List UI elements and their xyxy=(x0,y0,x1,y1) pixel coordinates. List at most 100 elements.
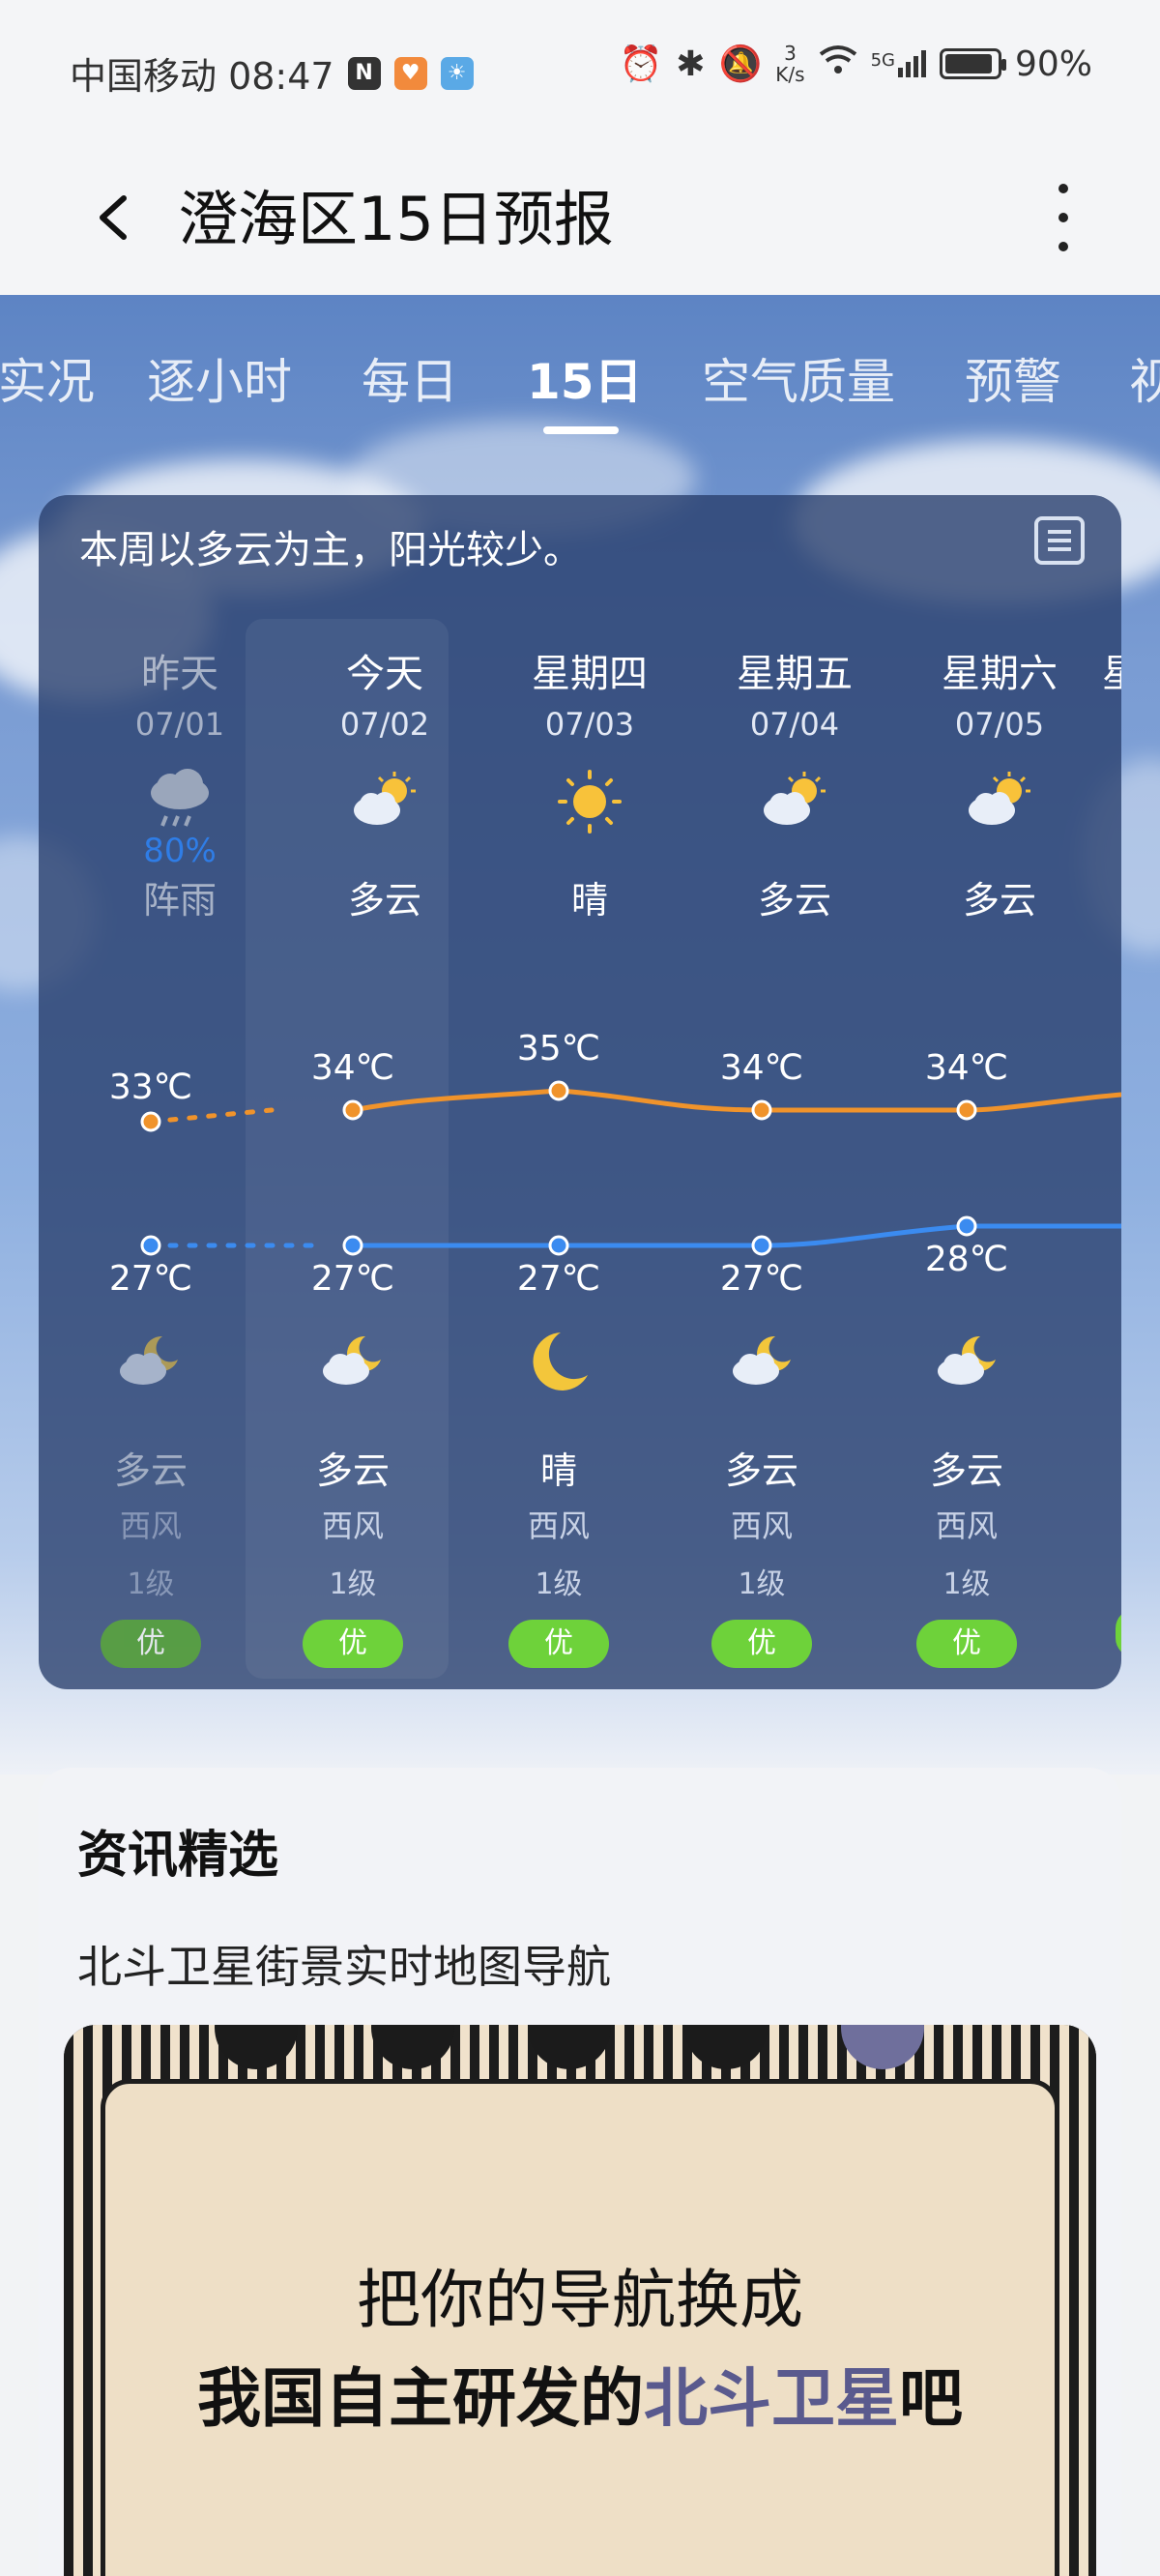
low-temp: 28℃ xyxy=(924,1240,1009,1279)
wind-level: 1级 xyxy=(535,1567,583,1601)
tab-15day[interactable]: 15日 xyxy=(527,343,643,413)
night-condition: 多云 xyxy=(929,1449,1003,1492)
high-point xyxy=(751,1099,772,1121)
low-point xyxy=(751,1235,772,1256)
partly-cloudy-icon xyxy=(961,768,1038,835)
air-quality-badge-partial xyxy=(1116,1609,1121,1657)
app-header: 澄海区15日预报 xyxy=(0,145,1160,295)
day-label: 星期五 xyxy=(737,652,853,696)
night-details: 多云 西风 1级 优 xyxy=(48,1441,253,1668)
night-details: 晴 西风 1级 优 xyxy=(456,1441,661,1668)
nfc-icon: N xyxy=(347,56,381,90)
air-quality-badge: 优 xyxy=(508,1620,609,1668)
wind-level: 1级 xyxy=(127,1567,175,1601)
wind-direction: 西风 xyxy=(321,1508,384,1544)
mute-icon: 🔕 xyxy=(718,44,763,84)
day-column[interactable]: 星期六 07/05 多云 xyxy=(897,619,1102,922)
battery-percent: 90% xyxy=(1014,44,1092,84)
cloud-moon-icon xyxy=(930,1327,1007,1394)
low-temp: 27℃ xyxy=(719,1259,804,1299)
news-ad-image[interactable]: 把你的导航换成 我国自主研发的北斗卫星吧 xyxy=(64,2025,1096,2576)
high-temp: 35℃ xyxy=(516,1029,601,1068)
day-condition: 多云 xyxy=(757,879,831,922)
ad-line-1: 把你的导航换成 xyxy=(357,2263,803,2337)
day-label: 星 xyxy=(1102,642,1121,696)
low-point xyxy=(140,1235,161,1256)
date-label: 07/05 xyxy=(954,706,1045,743)
bluetooth-icon: ✱ xyxy=(676,44,706,84)
high-line xyxy=(352,1088,1121,1113)
precip-chance xyxy=(692,832,897,870)
more-menu-button[interactable] xyxy=(1044,174,1083,261)
tab-hourly[interactable]: 逐小时 xyxy=(147,343,292,413)
tab-live[interactable]: 实况 xyxy=(0,343,95,413)
day-condition: 阵雨 xyxy=(142,879,217,922)
air-quality-badge: 优 xyxy=(711,1620,812,1668)
alarm-icon: ⏰ xyxy=(619,44,663,84)
wind-direction: 西风 xyxy=(730,1508,793,1544)
high-point xyxy=(342,1099,363,1121)
list-icon[interactable] xyxy=(1034,516,1085,565)
back-button[interactable] xyxy=(85,174,143,261)
low-temp: 27℃ xyxy=(310,1259,395,1299)
forecast-tabs: 实况 逐小时 每日 15日 空气质量 预警 视 xyxy=(0,295,1160,459)
active-tab-indicator xyxy=(543,426,619,434)
wind-direction: 西风 xyxy=(527,1508,590,1544)
day-column[interactable]: 昨天 07/01 80% 阵雨 xyxy=(77,619,282,922)
page-title: 澄海区15日预报 xyxy=(178,184,614,254)
weather-app-icon: ☀ xyxy=(440,56,474,90)
high-line-past xyxy=(148,1107,275,1125)
wind-direction: 西风 xyxy=(119,1508,182,1544)
chevron-left-icon xyxy=(100,195,127,240)
night-condition: 多云 xyxy=(113,1449,188,1492)
high-temp: 34℃ xyxy=(924,1048,1009,1088)
net-speed: 3 K/s xyxy=(775,42,805,86)
tab-video[interactable]: 视 xyxy=(1129,343,1160,413)
cloud-moon-icon xyxy=(112,1327,189,1394)
day-label: 星期四 xyxy=(532,652,648,696)
air-quality-badge: 优 xyxy=(303,1620,403,1668)
high-temp: 34℃ xyxy=(719,1048,804,1088)
date-label: 07/02 xyxy=(339,706,430,743)
high-point xyxy=(956,1099,977,1121)
low-point xyxy=(548,1235,569,1256)
partly-cloudy-icon xyxy=(756,768,833,835)
partly-cloudy-icon xyxy=(346,768,423,835)
day-label: 昨天 xyxy=(141,652,218,696)
day-column-partial[interactable]: 星 xyxy=(1102,619,1121,696)
cloud-rain-icon xyxy=(141,768,218,835)
night-details: 多云 西风 1级 优 xyxy=(250,1441,455,1668)
day-column[interactable]: 星期四 07/03 晴 xyxy=(487,619,692,922)
date-label: 07/04 xyxy=(749,706,840,743)
sun-icon xyxy=(551,768,628,835)
low-temp: 27℃ xyxy=(108,1259,193,1299)
news-item-title[interactable]: 北斗卫星街景实时地图导航 xyxy=(77,1932,611,1996)
precip-chance xyxy=(897,832,1102,870)
night-condition: 晴 xyxy=(539,1449,577,1492)
tab-daily[interactable]: 每日 xyxy=(362,343,458,413)
air-quality-badge: 优 xyxy=(916,1620,1017,1668)
cloud-moon-icon xyxy=(725,1327,802,1394)
tab-warning[interactable]: 预警 xyxy=(965,343,1061,413)
wind-direction: 西风 xyxy=(935,1508,998,1544)
more-dots-icon xyxy=(1058,184,1068,193)
weekly-summary: 本周以多云为主，阳光较少。 xyxy=(79,528,582,572)
ad-panel: 把你的导航换成 我国自主研发的北斗卫星吧 xyxy=(101,2079,1059,2576)
tab-air-quality[interactable]: 空气质量 xyxy=(702,343,895,413)
high-temp: 34℃ xyxy=(310,1048,395,1088)
high-temp: 33℃ xyxy=(108,1068,193,1107)
status-right: ⏰ ✱ 🔕 3 K/s 5G 90% xyxy=(619,43,1092,85)
day-column[interactable]: 星期五 07/04 多云 xyxy=(692,619,897,922)
ad-line-2: 我国自主研发的北斗卫星吧 xyxy=(197,2361,963,2436)
high-point xyxy=(548,1080,569,1101)
precip-chance xyxy=(487,832,692,870)
status-left: 中国移动 08:47 N ♥ ☀ xyxy=(70,46,474,100)
wifi-icon xyxy=(819,44,857,84)
moon-icon xyxy=(520,1327,597,1394)
news-card: 资讯精选 北斗卫星街景实时地图导航 把你的导航换成 我国自主研发的北斗卫星吧 xyxy=(39,1768,1121,2576)
air-quality-badge: 优 xyxy=(101,1620,201,1668)
day-column[interactable]: 今天 07/02 多云 xyxy=(282,619,487,922)
low-temp: 27℃ xyxy=(516,1259,601,1299)
low-point xyxy=(956,1215,977,1237)
night-details: 多云 西风 1级 优 xyxy=(659,1441,864,1668)
